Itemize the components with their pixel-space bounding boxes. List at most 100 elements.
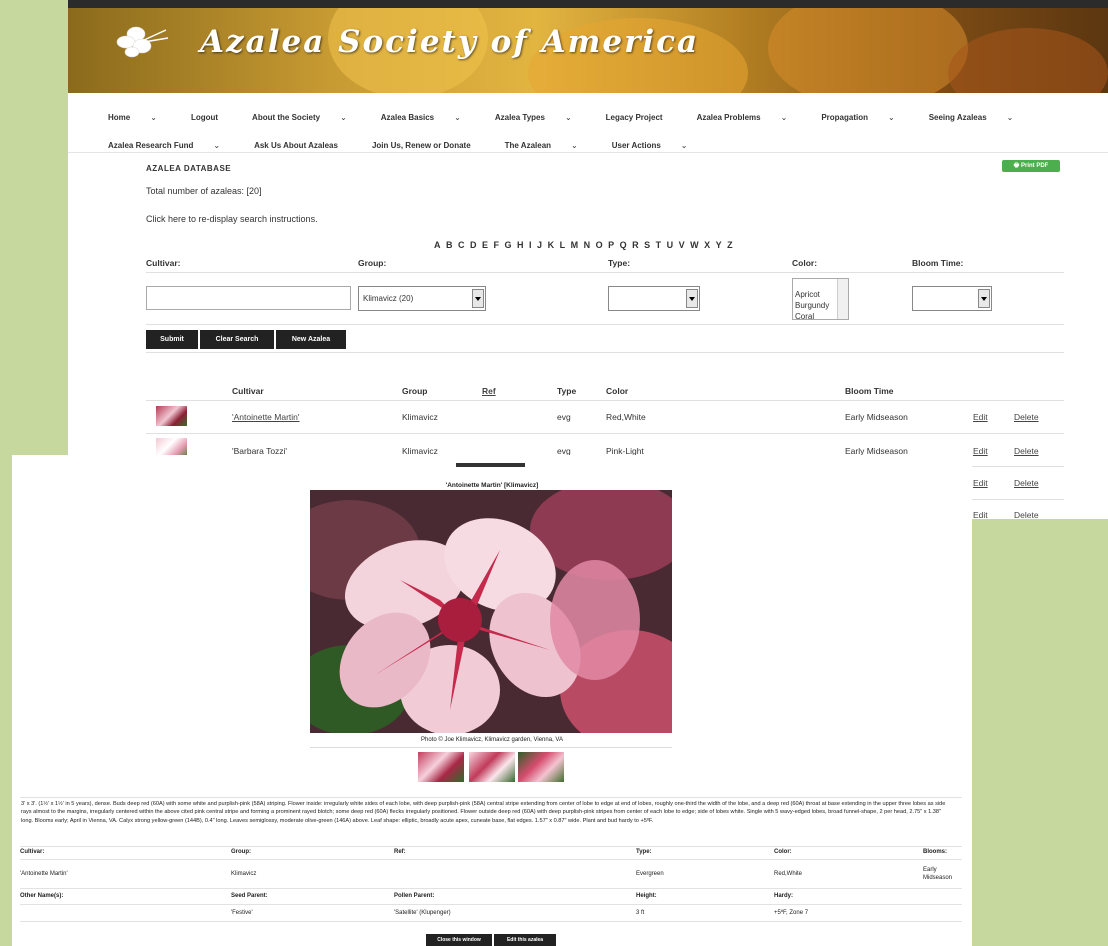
- cultivar-input[interactable]: [146, 286, 351, 310]
- nav-item-home[interactable]: Home ⌄: [108, 104, 174, 132]
- type-label: Type:: [608, 258, 631, 268]
- nav-item-legacy-project[interactable]: Legacy Project: [606, 104, 680, 132]
- delete-link[interactable]: Delete: [1014, 412, 1039, 422]
- chevron-down-icon[interactable]: [686, 289, 698, 308]
- azalea-thumbnail[interactable]: [156, 406, 187, 426]
- letter-filter-link[interactable]: S: [644, 240, 652, 250]
- letter-filter-link[interactable]: O: [596, 240, 605, 250]
- top-bar: [68, 0, 1108, 8]
- edit-link[interactable]: Edit: [973, 412, 988, 422]
- nav-item-logout[interactable]: Logout: [191, 104, 235, 132]
- col-cultivar[interactable]: Cultivar: [232, 386, 264, 396]
- row-color: Red,White: [606, 412, 646, 422]
- letter-filter-link[interactable]: Y: [716, 240, 724, 250]
- letter-filter-link[interactable]: M: [571, 240, 580, 250]
- edit-link[interactable]: Edit: [973, 478, 988, 488]
- letter-filter-link[interactable]: G: [505, 240, 514, 250]
- letter-filter-link[interactable]: P: [608, 240, 616, 250]
- col-color[interactable]: Color: [606, 386, 628, 396]
- nav-item-about-the-society[interactable]: About the Society ⌄: [252, 104, 364, 132]
- print-pdf-button[interactable]: 🖶 Print PDF: [1002, 160, 1060, 172]
- edit-link[interactable]: Edit: [973, 446, 988, 456]
- letter-filter-link[interactable]: Q: [620, 240, 629, 250]
- letter-filter-link[interactable]: K: [548, 240, 556, 250]
- letter-filter-link[interactable]: F: [494, 240, 501, 250]
- header-divider: [146, 400, 1064, 401]
- photo-thumbnail[interactable]: [518, 752, 564, 782]
- detail-label-type: Type:: [636, 849, 652, 855]
- letter-filter-link[interactable]: Z: [727, 240, 734, 250]
- letter-filter-link[interactable]: E: [482, 240, 490, 250]
- col-bloom-time[interactable]: Bloom Time: [845, 386, 894, 396]
- letter-filter-link[interactable]: U: [667, 240, 675, 250]
- chevron-down-icon[interactable]: [978, 289, 990, 308]
- button-divider: [146, 352, 1064, 353]
- print-pdf-label: Print PDF: [1021, 163, 1049, 169]
- delete-link[interactable]: Delete: [1014, 478, 1039, 488]
- letter-filter-link[interactable]: N: [584, 240, 592, 250]
- bloom-time-select[interactable]: [912, 286, 992, 311]
- letter-filter-link[interactable]: R: [632, 240, 640, 250]
- nav-item-azalea-problems[interactable]: Azalea Problems ⌄: [697, 104, 805, 132]
- letter-filter-link[interactable]: L: [560, 240, 567, 250]
- nav-item-label: Azalea Basics: [380, 113, 435, 122]
- close-window-button[interactable]: Close this window: [426, 934, 492, 946]
- letter-filter-link[interactable]: T: [656, 240, 663, 250]
- photo-thumbnail[interactable]: [469, 752, 515, 782]
- letter-filter-link[interactable]: C: [458, 240, 466, 250]
- chevron-down-icon: ⌄: [1006, 113, 1014, 122]
- photo-caption: Photo © Joe Klimavicz, Klimavicz garden,…: [421, 737, 563, 743]
- letter-filter-link[interactable]: H: [517, 240, 525, 250]
- letter-filter-link[interactable]: J: [537, 240, 544, 250]
- submit-button[interactable]: Submit: [146, 330, 198, 349]
- chevron-down-icon: ⌄: [571, 141, 578, 150]
- nav-item-user-actions[interactable]: User Actions ⌄: [612, 132, 705, 160]
- azalea-photo[interactable]: [310, 490, 672, 733]
- photo-thumbnail[interactable]: [418, 752, 464, 782]
- nav-item-azalea-types[interactable]: Azalea Types ⌄: [495, 104, 589, 132]
- letter-filter-link[interactable]: V: [679, 240, 687, 250]
- letter-filter-link[interactable]: A: [434, 240, 442, 250]
- nav-item-label: User Actions: [611, 141, 661, 150]
- letter-filter-link[interactable]: I: [529, 240, 533, 250]
- col-type[interactable]: Type: [557, 386, 576, 396]
- cultivar-label: Cultivar:: [146, 258, 181, 268]
- nav-item-label: Join Us, Renew or Donate: [371, 141, 471, 150]
- letter-filter-link[interactable]: D: [470, 240, 478, 250]
- nav-item-azalea-research-fund[interactable]: Azalea Research Fund ⌄: [108, 132, 237, 160]
- listbox-scrollbar[interactable]: [837, 279, 848, 319]
- nav-item-the-azalean[interactable]: The Azalean ⌄: [505, 132, 595, 160]
- chevron-down-icon: ⌄: [150, 113, 157, 122]
- cultivar-link[interactable]: 'Antoinette Martin': [232, 412, 300, 422]
- azalea-logo-icon[interactable]: [114, 22, 170, 62]
- type-select[interactable]: [608, 286, 700, 311]
- redisplay-instructions-link[interactable]: Click here to re-display search instruct…: [146, 214, 318, 224]
- chevron-down-icon[interactable]: [472, 289, 484, 308]
- new-azalea-button[interactable]: New Azalea: [276, 330, 346, 349]
- edit-azalea-button[interactable]: Edit this azalea: [494, 934, 556, 946]
- clear-search-button[interactable]: Clear Search: [200, 330, 274, 349]
- col-group[interactable]: Group: [402, 386, 428, 396]
- site-title[interactable]: Azalea Society of America: [200, 24, 699, 60]
- group-select[interactable]: Klimavicz (20): [358, 286, 486, 311]
- letter-filter-link[interactable]: B: [446, 240, 454, 250]
- nav-item-propagation[interactable]: Propagation ⌄: [821, 104, 911, 132]
- letter-filter-link[interactable]: X: [704, 240, 712, 250]
- detail-color: Red,White: [774, 871, 803, 877]
- nav-item-label: About the Society: [252, 113, 321, 122]
- nav-item-seeing-azaleas[interactable]: Seeing Azaleas ⌄: [929, 104, 1031, 132]
- bloom-time-label: Bloom Time:: [912, 258, 964, 268]
- color-listbox[interactable]: Apricot Burgundy Coral: [792, 278, 849, 320]
- popup-title: 'Antoinette Martin' [Klimavicz]: [445, 482, 539, 489]
- delete-link[interactable]: Delete: [1014, 446, 1039, 456]
- group-select-value: Klimavicz (20): [363, 294, 414, 303]
- nav-item-azalea-basics[interactable]: Azalea Basics ⌄: [381, 104, 478, 132]
- row-type: evg: [557, 412, 571, 422]
- col-ref[interactable]: Ref: [482, 386, 496, 396]
- nav-item-ask-us-about-azaleas[interactable]: Ask Us About Azaleas: [254, 132, 355, 160]
- alphabet-filter: ABCDEFGHIJKLMNOPQRSTUVWXYZ: [434, 240, 738, 250]
- nav-item-join-us-renew-or-donate[interactable]: Join Us, Renew or Donate: [372, 132, 488, 160]
- detail-label-color: Color:: [774, 849, 792, 855]
- popup-grab-bar[interactable]: [456, 463, 525, 467]
- letter-filter-link[interactable]: W: [690, 240, 700, 250]
